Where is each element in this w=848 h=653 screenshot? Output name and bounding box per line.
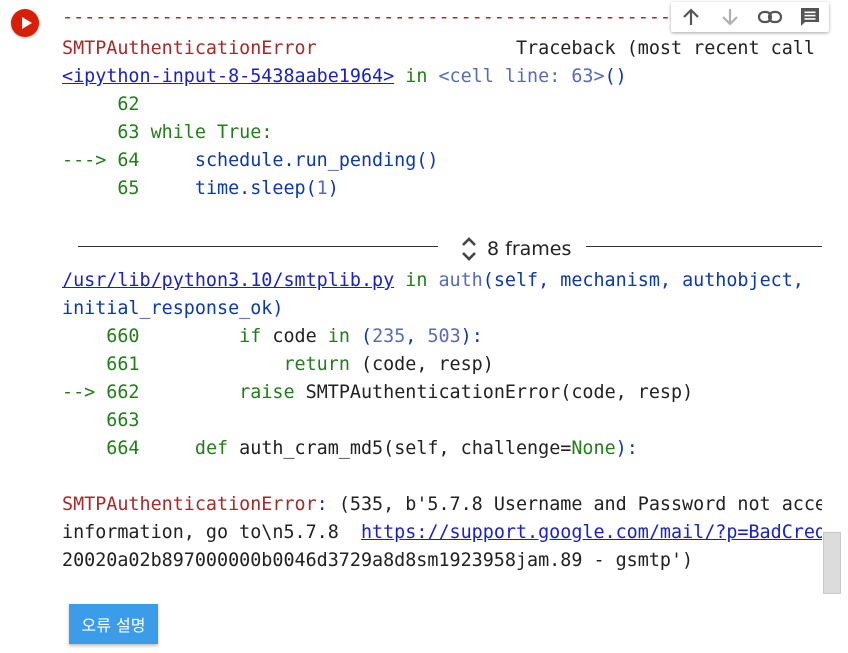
divider-line-left: [78, 246, 438, 247]
code-line-661: 661 return (code, resp): [62, 354, 494, 375]
scrollbar-thumb[interactable]: [823, 532, 841, 594]
code-line-664: 664 def auth_cram_md5(self, challenge=No…: [62, 438, 638, 459]
frames-toggle[interactable]: 8 frames: [456, 234, 571, 264]
frame1-header: <ipython-input-8-5438aabe1964> in <cell …: [62, 66, 627, 87]
code-line-64: ---> 64 schedule.run_pending(): [62, 150, 439, 171]
play-icon: [22, 17, 32, 29]
code-line-660: 660 if code in (235, 503):: [62, 326, 483, 347]
code-line-65: 65 time.sleep(1): [62, 178, 339, 199]
divider-line-right: [586, 246, 822, 247]
cell-output: ----------------------------------------…: [62, 0, 822, 600]
support-link[interactable]: https://support.google.com/mail/?p=BadCr…: [361, 522, 822, 543]
run-cell-button[interactable]: [11, 9, 39, 37]
explain-error-button[interactable]: 오류 설명: [69, 604, 158, 644]
error-message-name: SMTPAuthenticationError: [62, 494, 317, 515]
cell-toolbar: [671, 2, 829, 32]
code-line-663: 663: [62, 410, 140, 431]
link-icon: [757, 10, 783, 24]
error-message-line2: information, go to\n5.7.8 https://suppor…: [62, 519, 822, 547]
error-message-line3: 20020a02b897000000b0046d3729a8d8sm192395…: [62, 550, 694, 571]
frame1-location: <cell line: 63>: [438, 66, 605, 87]
frame2-file-link[interactable]: /usr/lib/python3.10/smtplib.py: [62, 270, 394, 291]
arrow-down-icon: [722, 9, 738, 26]
error-name: SMTPAuthenticationError: [62, 38, 317, 59]
code-line-662: --> 662 raise SMTPAuthenticationError(co…: [62, 382, 694, 403]
expand-collapse-icon: [462, 237, 476, 261]
move-cell-up-button[interactable]: [673, 2, 709, 32]
frame2-func: auth: [438, 270, 483, 291]
arrow-up-icon: [683, 8, 699, 25]
frames-toggle-label: 8 frames: [487, 238, 572, 260]
frame2-args: initial_response_ok): [62, 298, 284, 319]
traceback-header-right: Traceback (most recent call: [515, 38, 815, 59]
code-line-63: 63 while True:: [62, 122, 273, 143]
traceback-header: SMTPAuthenticationError Traceback (most …: [62, 35, 815, 63]
comment-icon: [801, 8, 819, 26]
frame1-file-link[interactable]: <ipython-input-8-5438aabe1964>: [62, 66, 394, 87]
code-line-62: 62: [62, 94, 140, 115]
move-cell-down-button[interactable]: [712, 2, 748, 32]
frames-divider: 8 frames: [78, 234, 822, 264]
copy-link-button[interactable]: [752, 2, 788, 32]
frame2-header: /usr/lib/python3.10/smtplib.py in auth(s…: [62, 270, 804, 291]
error-message-line1: SMTPAuthenticationError: (535, b'5.7.8 U…: [62, 494, 822, 515]
add-comment-button[interactable]: [792, 2, 828, 32]
